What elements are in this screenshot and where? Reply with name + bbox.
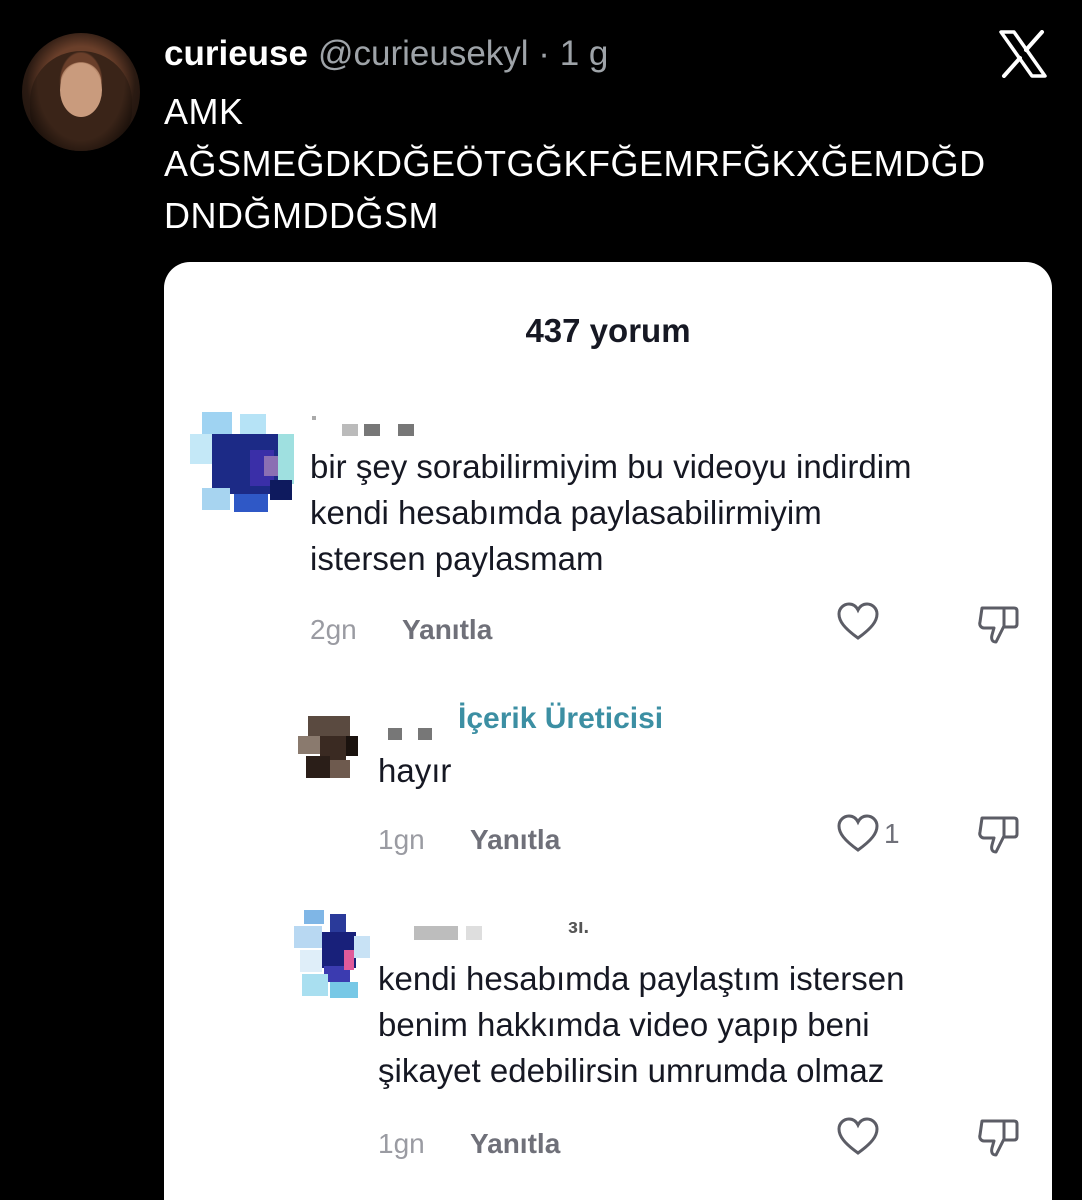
reply-button[interactable]: Yanıtla <box>470 1128 560 1160</box>
comment-line: kendi hesabımda paylasabilirmiyim <box>310 494 822 531</box>
comment-text: hayır <box>378 748 451 794</box>
comment-line: benim hakkımda video yapıp beni <box>378 1006 870 1043</box>
creator-username-blurred[interactable] <box>388 718 448 742</box>
reply-button[interactable]: Yanıtla <box>402 614 492 646</box>
reply-button[interactable]: Yanıtla <box>470 824 560 856</box>
tweet-line: AMK <box>164 91 244 132</box>
tweet-text: AMK AĞSMEĞDKDĞEÖTGĞKFĞEMRFĞKXĞEMDĞD DNDĞ… <box>164 86 1064 242</box>
profile-avatar[interactable] <box>22 33 140 151</box>
comment-line: bir şey sorabilirmiyim bu videoyu indird… <box>310 448 912 485</box>
comment-line: hayır <box>378 752 452 789</box>
commenter-username-blurred[interactable] <box>414 926 494 946</box>
comment-time: 1gn <box>378 1128 425 1159</box>
username-fragment: ɜı. <box>568 916 590 938</box>
commenter-avatar-pixelated[interactable] <box>190 404 300 514</box>
comments-count-title: 437 yorum <box>525 312 691 349</box>
creator-badge: İçerik Üreticisi <box>458 702 664 735</box>
tweet-line: DNDĞMDDĞSM <box>164 195 439 236</box>
user-handle[interactable]: @curieusekyl <box>318 34 529 73</box>
heart-outline-icon[interactable] <box>836 1117 880 1157</box>
comment-line: kendi hesabımda paylaştım istersen <box>378 960 905 997</box>
tweet-time[interactable]: 1 g <box>560 34 609 73</box>
tweet-line: AĞSMEĞDKDĞEÖTGĞKFĞEMRFĞKXĞEMDĞD <box>164 143 986 184</box>
comment-text: bir şey sorabilirmiyim bu videoyu indird… <box>310 444 912 582</box>
creator-avatar-pixelated[interactable] <box>298 716 358 782</box>
comments-card: 437 yorum bir şey sorabilirmiyim bu vide… <box>164 262 1052 1200</box>
thumbs-down-icon[interactable] <box>976 1115 1020 1159</box>
tweet-header: curieuse @curieusekyl · 1 g <box>164 34 608 74</box>
thumbs-down-icon[interactable] <box>976 602 1020 646</box>
display-name[interactable]: curieuse <box>164 34 308 73</box>
comment-line: istersen paylasmam <box>310 540 604 577</box>
separator: · <box>528 34 560 73</box>
comment-time: 2gn <box>310 614 357 645</box>
comment-time: 1gn <box>378 824 425 855</box>
comment-text: kendi hesabımda paylaştım istersen benim… <box>378 956 904 1094</box>
commenter-username-blurred[interactable] <box>312 412 422 436</box>
heart-outline-icon[interactable] <box>836 814 880 854</box>
thumbs-down-icon[interactable] <box>976 812 1020 856</box>
x-logo-icon[interactable] <box>998 30 1048 78</box>
comment-line: şikayet edebilirsin umrumda olmaz <box>378 1052 885 1089</box>
avatar-face <box>60 63 102 117</box>
like-count: 1 <box>884 818 900 849</box>
heart-outline-icon[interactable] <box>836 602 880 642</box>
commenter-avatar-pixelated[interactable] <box>294 910 372 1002</box>
